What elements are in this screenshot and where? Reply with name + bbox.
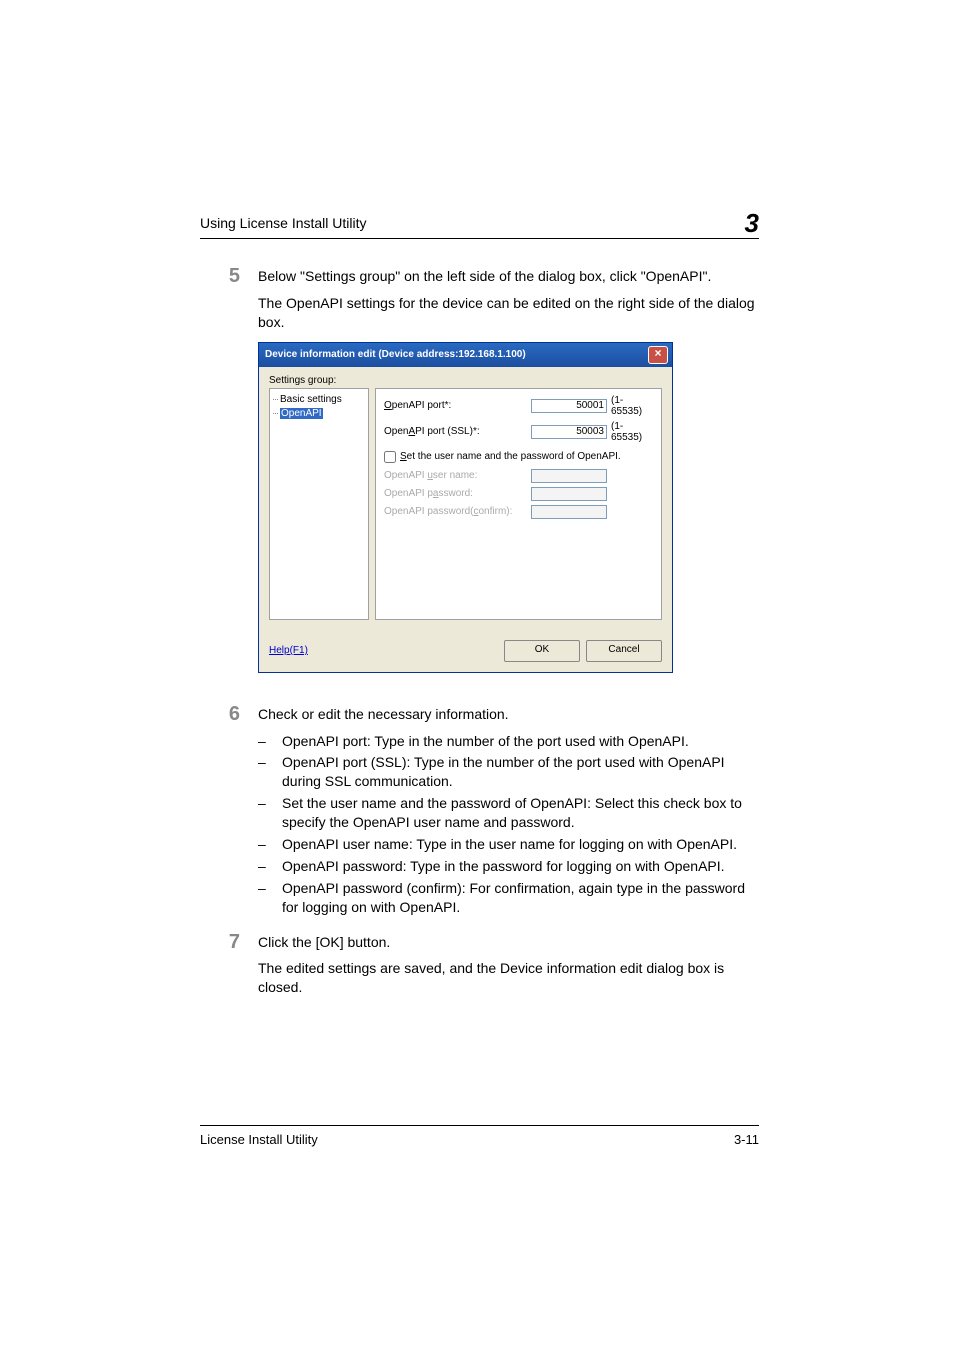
- step5-text-2: The OpenAPI settings for the device can …: [258, 294, 759, 332]
- set-credentials-checkbox-row[interactable]: Set the user name and the password of Op…: [384, 451, 653, 463]
- step-6: 6 Check or edit the necessary informatio…: [200, 705, 759, 925]
- openapi-password-input: [531, 487, 607, 501]
- list-item: –OpenAPI password (confirm): For confirm…: [258, 879, 759, 917]
- step-5: 5 Below "Settings group" on the left sid…: [200, 267, 759, 697]
- footer-left: License Install Utility: [200, 1132, 318, 1147]
- list-item: –OpenAPI user name: Type in the user nam…: [258, 835, 759, 854]
- dialog-title: Device information edit (Device address:…: [265, 349, 526, 360]
- openapi-ssl-label: OpenAPI port (SSL)*:: [384, 426, 531, 437]
- settings-tree[interactable]: Basic settings OpenAPI: [269, 388, 369, 620]
- step7-text-1: Click the [OK] button.: [258, 933, 759, 952]
- openapi-username-input: [531, 469, 607, 483]
- openapi-username-label: OpenAPI user name:: [384, 470, 531, 481]
- help-link[interactable]: Help(F1): [269, 645, 308, 656]
- openapi-port-range: (1-65535): [611, 395, 653, 417]
- page-footer: License Install Utility 3-11: [200, 1125, 759, 1147]
- page-header: Using License Install Utility 3: [200, 210, 759, 239]
- openapi-password-label: OpenAPI password:: [384, 488, 531, 499]
- tree-item-basic[interactable]: Basic settings: [272, 393, 366, 407]
- step7-text-2: The edited settings are saved, and the D…: [258, 959, 759, 997]
- step5-text-1: Below "Settings group" on the left side …: [258, 267, 759, 286]
- dialog-titlebar: Device information edit (Device address:…: [259, 343, 672, 367]
- openapi-ssl-input[interactable]: [531, 425, 607, 439]
- step-number: 7: [200, 931, 258, 954]
- settings-panel: OpenAPI port*: (1-65535) OpenAPI port (S…: [375, 388, 662, 620]
- settings-group-label: Settings group:: [269, 375, 662, 386]
- step-number: 5: [200, 265, 258, 288]
- openapi-ssl-range: (1-65535): [611, 421, 653, 443]
- list-item: –OpenAPI port (SSL): Type in the number …: [258, 753, 759, 791]
- openapi-password-confirm-input: [531, 505, 607, 519]
- footer-page-number: 3-11: [734, 1132, 759, 1147]
- cancel-button[interactable]: Cancel: [586, 640, 662, 662]
- list-item: –OpenAPI password: Type in the password …: [258, 857, 759, 876]
- step-number: 6: [200, 703, 258, 726]
- ok-button[interactable]: OK: [504, 640, 580, 662]
- openapi-port-input[interactable]: [531, 399, 607, 413]
- openapi-port-label: OpenAPI port*:: [384, 400, 531, 411]
- step-7: 7 Click the [OK] button. The edited sett…: [200, 933, 759, 1006]
- tree-item-openapi[interactable]: OpenAPI: [272, 407, 366, 421]
- step6-text-1: Check or edit the necessary information.: [258, 705, 759, 724]
- list-item: –OpenAPI port: Type in the number of the…: [258, 732, 759, 751]
- set-credentials-checkbox[interactable]: [384, 451, 396, 463]
- header-title: Using License Install Utility: [200, 215, 367, 231]
- openapi-password-confirm-label: OpenAPI password(confirm):: [384, 506, 531, 517]
- list-item: –Set the user name and the password of O…: [258, 794, 759, 832]
- chapter-number: 3: [745, 210, 759, 236]
- set-credentials-label: Set the user name and the password of Op…: [400, 451, 621, 462]
- close-icon[interactable]: ×: [648, 346, 668, 364]
- device-info-dialog: Device information edit (Device address:…: [258, 342, 673, 673]
